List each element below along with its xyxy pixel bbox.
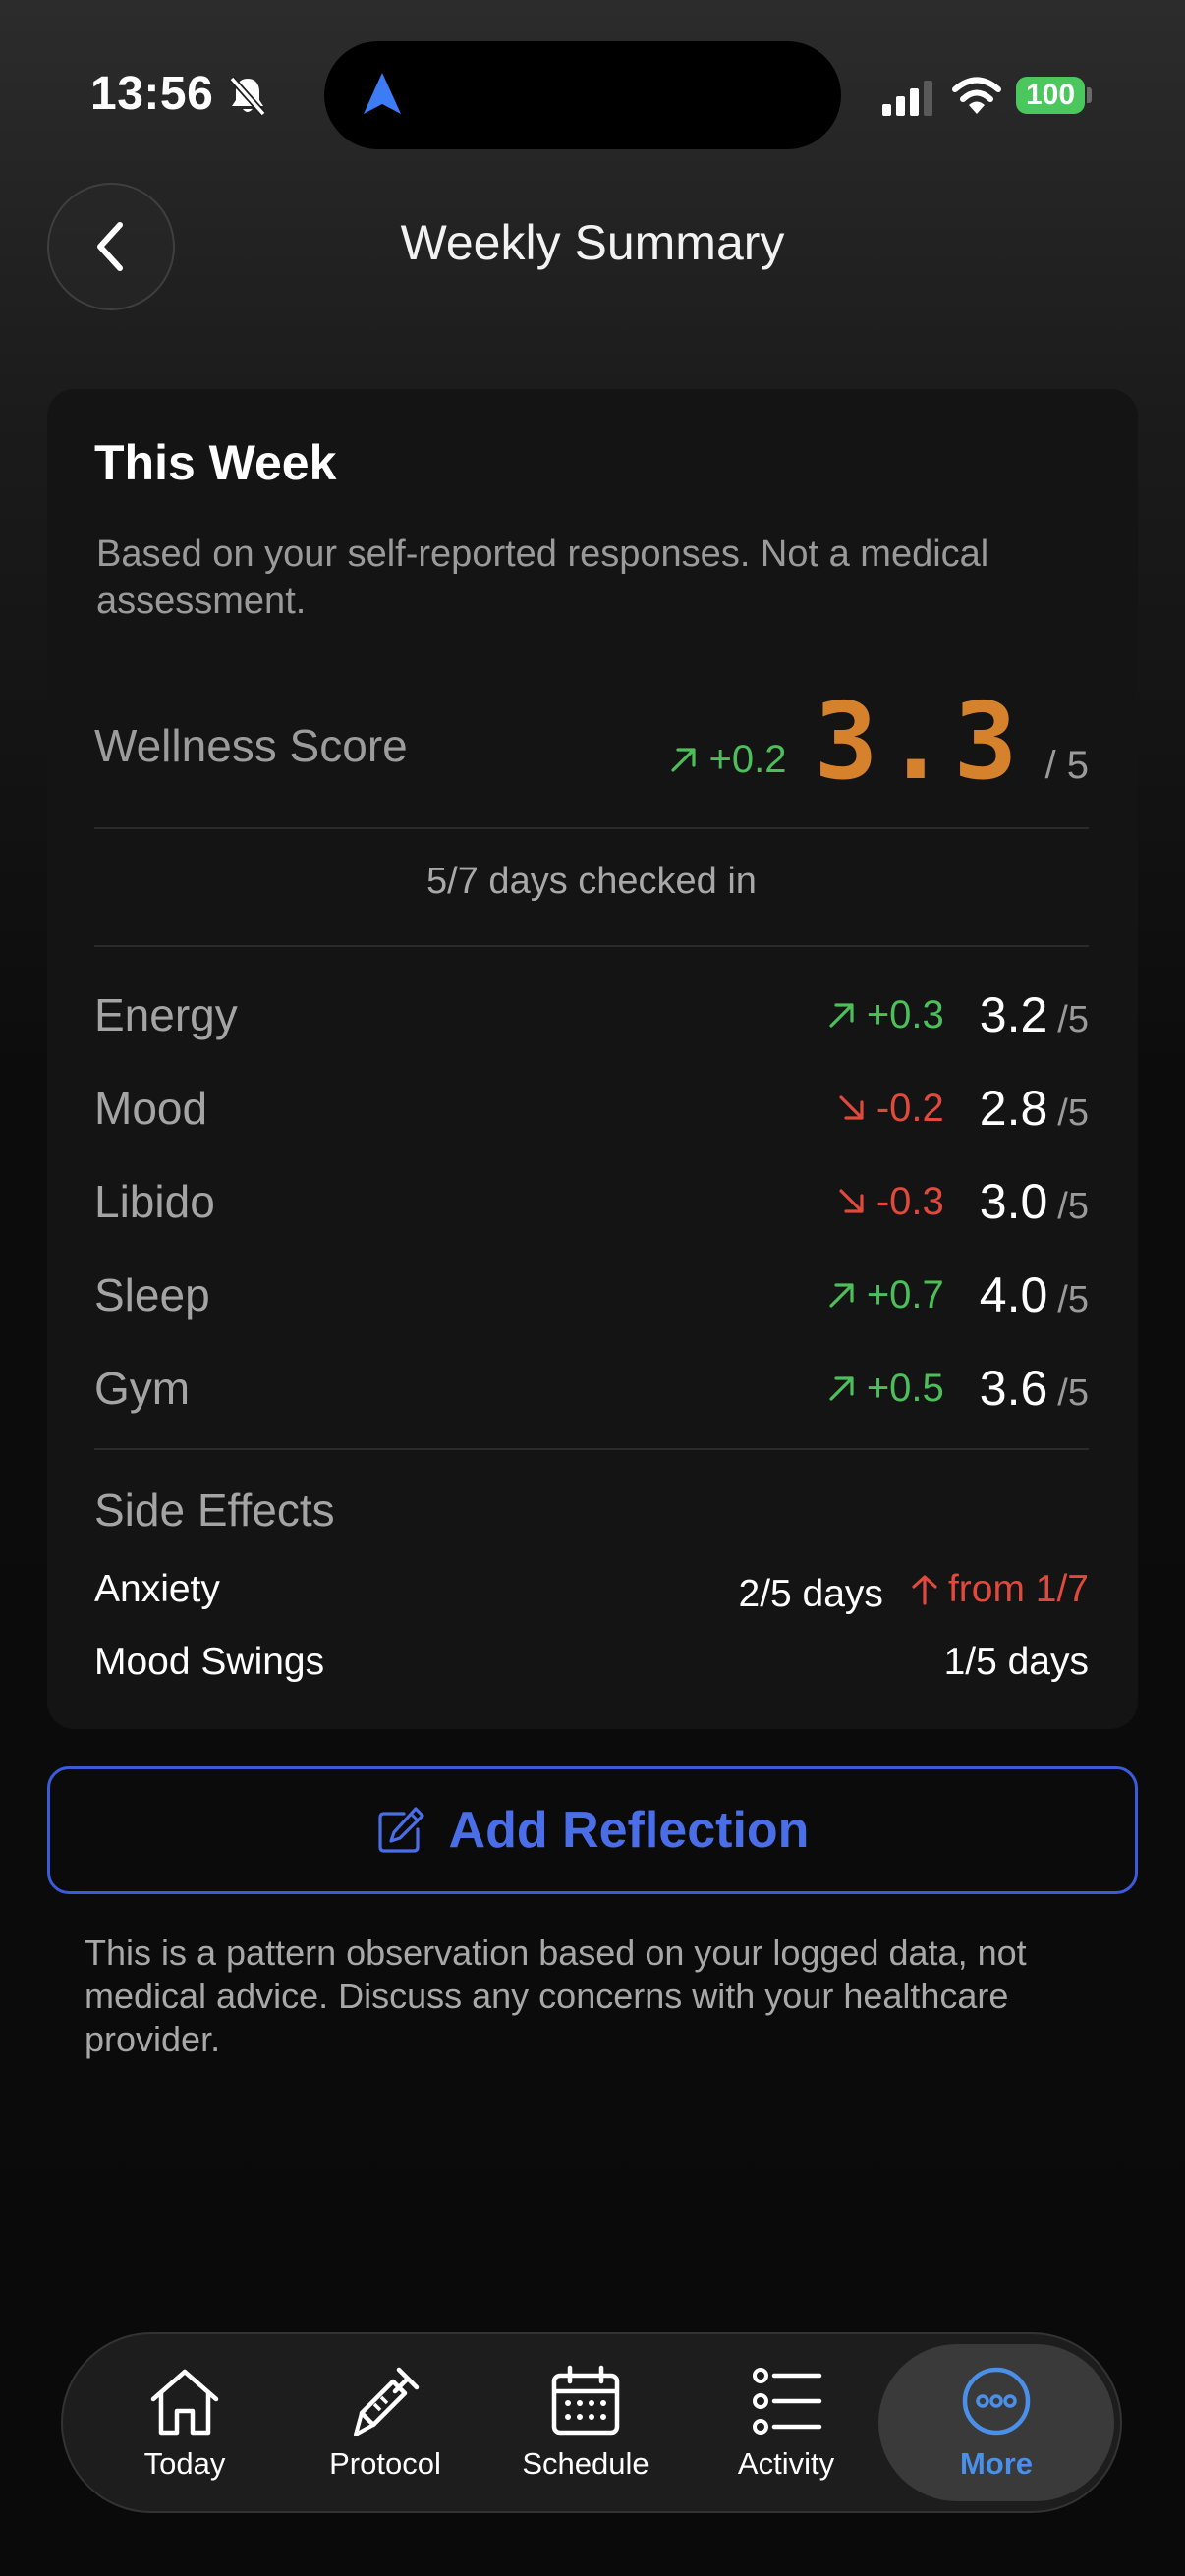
metric-label: Sleep <box>94 1269 210 1320</box>
wellness-score-label: Wellness Score <box>94 720 408 771</box>
metric-delta-text: -0.3 <box>875 1179 944 1223</box>
metric-delta: -0.3 <box>835 1180 944 1224</box>
wellness-score-value: 3.3 <box>814 681 1024 804</box>
arrow-up-right-icon <box>829 1283 854 1308</box>
wellness-score-row: Wellness Score +0.2 3.3 / 5 <box>94 674 1089 812</box>
metric-row-sleep: Sleep +0.7 4.0/5 <box>94 1259 1089 1337</box>
arrow-up-right-icon <box>829 1376 854 1401</box>
wellness-delta: +0.2 <box>667 738 786 782</box>
home-icon <box>150 2369 219 2436</box>
status-time: 13:56 <box>90 68 214 120</box>
side-effect-change-text: from 1/7 <box>947 1568 1089 1610</box>
cellular-signal-icon <box>882 81 932 116</box>
metric-row-energy: Energy +0.3 3.2/5 <box>94 979 1089 1057</box>
wellness-score-values: +0.2 3.3 / 5 <box>667 674 1089 812</box>
metric-values: +0.5 3.6/5 <box>825 1360 1089 1417</box>
add-reflection-button[interactable]: Add Reflection <box>47 1766 1138 1894</box>
metric-max: /5 <box>1057 999 1089 1040</box>
tab-activity[interactable]: Activity <box>686 2344 886 2501</box>
add-reflection-label: Add Reflection <box>448 1802 810 1859</box>
bell-off-icon <box>229 76 266 117</box>
arrow-up-icon <box>912 1575 937 1605</box>
more-icon <box>962 2367 1031 2436</box>
tab-today[interactable]: Today <box>85 2344 285 2501</box>
tab-label: Today <box>143 2446 226 2481</box>
location-arrow-icon <box>364 73 401 114</box>
divider <box>94 945 1089 947</box>
wellness-score-max: / 5 <box>1044 744 1089 787</box>
tab-bar: Today Protocol Schedule Activity More <box>61 2332 1122 2513</box>
tab-label: Activity <box>737 2446 835 2481</box>
metric-value: 3.0 <box>979 1174 1048 1229</box>
metric-label: Mood <box>94 1083 208 1134</box>
battery-indicator: 100 <box>1016 77 1085 114</box>
side-effect-days: 2/5 days <box>738 1573 883 1615</box>
side-effect-row: Anxiety 2/5 days from 1/7 <box>94 1564 1089 1623</box>
metric-value: 2.8 <box>979 1081 1048 1136</box>
edit-pencil-icon <box>377 1807 424 1853</box>
side-effect-name: Mood Swings <box>94 1641 325 1683</box>
metric-delta-text: -0.2 <box>875 1086 944 1130</box>
metric-max: /5 <box>1057 1092 1089 1134</box>
metric-label: Libido <box>94 1176 215 1227</box>
metric-value: 4.0 <box>979 1267 1048 1322</box>
weekly-summary-screen: 13:56 100 Weekly Summary This Week Based… <box>0 0 1185 2576</box>
wellness-delta-text: +0.2 <box>708 737 787 781</box>
metric-delta-text: +0.7 <box>866 1272 944 1316</box>
metric-values: -0.2 2.8/5 <box>835 1080 1089 1137</box>
disclaimer-text: This is a pattern observation based on y… <box>85 1932 1027 2059</box>
metric-delta-text: +0.5 <box>866 1366 944 1410</box>
metric-label: Energy <box>94 989 238 1040</box>
syringe-icon <box>354 2367 420 2436</box>
arrow-up-right-icon <box>671 748 697 772</box>
side-effect-name: Anxiety <box>94 1568 220 1610</box>
metric-max: /5 <box>1057 1279 1089 1320</box>
metric-delta: +0.7 <box>825 1273 944 1317</box>
metric-delta: +0.3 <box>825 993 944 1037</box>
metric-row-gym: Gym +0.5 3.6/5 <box>94 1352 1089 1430</box>
battery-nub <box>1087 87 1092 103</box>
divider <box>94 1448 1089 1450</box>
weekly-summary-card: This Week Based on your self-reported re… <box>47 389 1138 1729</box>
metric-values: +0.3 3.2/5 <box>825 986 1089 1043</box>
metric-delta: -0.2 <box>835 1087 944 1131</box>
metric-values: +0.7 4.0/5 <box>825 1266 1089 1323</box>
arrow-down-right-icon <box>839 1095 864 1120</box>
side-effect-values: 2/5 days from 1/7 <box>739 1568 1090 1616</box>
dynamic-island <box>324 41 841 149</box>
divider <box>94 827 1089 829</box>
side-effect-values: 1/5 days <box>944 1641 1089 1684</box>
metric-label: Gym <box>94 1363 191 1414</box>
list-icon <box>753 2368 822 2435</box>
side-effects-title: Side Effects <box>94 1484 335 1536</box>
metric-max: /5 <box>1057 1186 1089 1227</box>
metric-value: 3.2 <box>979 987 1048 1042</box>
tab-more[interactable]: More <box>878 2344 1114 2501</box>
card-subtitle: Based on your self-reported responses. N… <box>96 533 989 622</box>
tab-label: Protocol <box>329 2446 441 2481</box>
arrow-down-right-icon <box>839 1189 864 1213</box>
metric-delta: +0.5 <box>825 1367 944 1411</box>
tab-schedule[interactable]: Schedule <box>485 2344 686 2501</box>
metric-values: -0.3 3.0/5 <box>835 1173 1089 1230</box>
wifi-icon <box>952 77 1001 114</box>
metric-max: /5 <box>1057 1372 1089 1414</box>
side-effect-days: 1/5 days <box>943 1641 1089 1683</box>
tab-label: More <box>959 2446 1034 2481</box>
arrow-up-right-icon <box>829 1003 854 1028</box>
tab-protocol[interactable]: Protocol <box>285 2344 485 2501</box>
calendar-icon <box>551 2365 620 2436</box>
checkins-count: 5/7 days checked in <box>426 861 757 902</box>
metric-value: 3.6 <box>979 1361 1048 1416</box>
tab-label: Schedule <box>522 2446 649 2481</box>
page-title: Weekly Summary <box>400 215 785 270</box>
side-effect-change: from 1/7 <box>909 1568 1089 1611</box>
side-effect-row: Mood Swings 1/5 days <box>94 1637 1089 1696</box>
metric-row-libido: Libido -0.3 3.0/5 <box>94 1165 1089 1244</box>
metric-delta-text: +0.3 <box>866 992 944 1036</box>
metric-row-mood: Mood -0.2 2.8/5 <box>94 1072 1089 1150</box>
card-title: This Week <box>94 435 337 490</box>
